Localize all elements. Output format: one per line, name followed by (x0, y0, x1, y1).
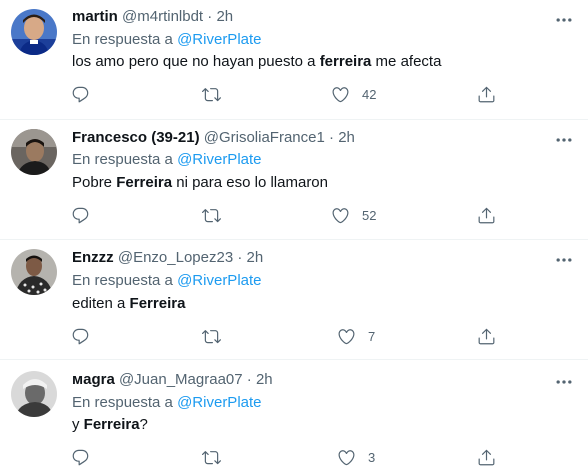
avatar[interactable] (11, 129, 57, 175)
separator: · (207, 8, 213, 25)
share-button[interactable] (477, 205, 496, 225)
reply-prefix: En respuesta a (72, 31, 173, 48)
timestamp[interactable]: 2h (247, 249, 264, 266)
like-count: 42 (362, 86, 377, 102)
like-count: 7 (368, 328, 376, 344)
reply-context: En respuesta a @RiverPlate (72, 30, 262, 50)
tweet-text-part: ni para eso lo llamaron (172, 174, 328, 191)
retweet-button[interactable] (202, 447, 221, 467)
avatar[interactable] (11, 371, 57, 417)
tweet-text-highlight: Ferreira (83, 416, 140, 433)
reply-button[interactable] (71, 84, 90, 104)
share-button[interactable] (477, 326, 496, 346)
reply-icon (71, 327, 90, 346)
retweet-button[interactable] (202, 205, 221, 225)
reply-icon (71, 206, 90, 225)
tweet-header: martin @m4rtinlbdt · 2h (72, 7, 233, 27)
share-icon (477, 448, 496, 467)
share-icon (477, 206, 496, 225)
like-icon (331, 206, 350, 225)
timestamp[interactable]: 2h (338, 129, 355, 146)
display-name[interactable]: Enzzz (72, 249, 114, 266)
tweet[interactable]: martin @m4rtinlbdt · 2h En respuesta a @… (0, 0, 588, 120)
separator: · (237, 249, 243, 266)
reply-prefix: En respuesta a (72, 151, 173, 168)
display-name[interactable]: martin (72, 8, 118, 25)
user-handle[interactable]: @GrisoliaFrance1 (204, 129, 325, 146)
retweet-button[interactable] (202, 326, 221, 346)
retweet-icon (202, 85, 221, 104)
timestamp[interactable]: 2h (216, 8, 233, 25)
more-icon[interactable] (554, 250, 574, 270)
tweet-text: los amo pero que no hayan puesto a ferre… (72, 52, 441, 72)
tweet-header: мagra @Juan_Magraa07 · 2h (72, 370, 273, 390)
tweet[interactable]: мagra @Juan_Magraa07 · 2h En respuesta a… (0, 360, 588, 475)
separator: · (246, 371, 252, 388)
tweet-text: Pobre Ferreira ni para eso lo llamaron (72, 173, 328, 193)
like-button[interactable]: 42 (331, 84, 376, 104)
tweet-text: editen a Ferreira (72, 294, 185, 314)
tweet-text-highlight: ferreira (319, 53, 372, 70)
share-icon (477, 85, 496, 104)
reply-button[interactable] (71, 326, 90, 346)
reply-prefix: En respuesta a (72, 272, 173, 289)
reply-icon (71, 448, 90, 467)
tweet-text-highlight: Ferreira (129, 295, 186, 312)
tweet-text-part: editen a (72, 295, 130, 312)
reply-mention[interactable]: @RiverPlate (177, 151, 261, 168)
reply-context: En respuesta a @RiverPlate (72, 393, 262, 413)
tweet-text-part: y (72, 416, 84, 433)
reply-button[interactable] (71, 205, 90, 225)
reply-prefix: En respuesta a (72, 394, 173, 411)
tweet-text: y Ferreira? (72, 415, 148, 435)
tweet[interactable]: Enzzz @Enzo_Lopez23 · 2h En respuesta a … (0, 240, 588, 360)
tweet-text-part: ? (139, 416, 148, 433)
user-handle[interactable]: @Juan_Magraa07 (119, 371, 243, 388)
like-button[interactable]: 3 (337, 447, 375, 467)
tweet[interactable]: Francesco (39-21) @GrisoliaFrance1 · 2h … (0, 120, 588, 240)
like-button[interactable]: 7 (337, 326, 375, 346)
tweet-header: Francesco (39-21) @GrisoliaFrance1 · 2h (72, 128, 355, 148)
tweet-text-part: los amo pero que no hayan puesto a (72, 53, 320, 70)
retweet-icon (202, 206, 221, 225)
tweet-header: Enzzz @Enzo_Lopez23 · 2h (72, 248, 263, 268)
timestamp[interactable]: 2h (256, 371, 273, 388)
more-icon[interactable] (554, 10, 574, 30)
separator: · (329, 129, 335, 146)
more-icon[interactable] (554, 372, 574, 392)
display-name[interactable]: Francesco (39-21) (72, 129, 200, 146)
avatar[interactable] (11, 9, 57, 55)
user-handle[interactable]: @Enzo_Lopez23 (118, 249, 233, 266)
like-icon (331, 85, 350, 104)
tweet-text-part: me afecta (371, 53, 442, 70)
like-icon (337, 327, 356, 346)
reply-button[interactable] (71, 447, 90, 467)
retweet-icon (202, 448, 221, 467)
reply-context: En respuesta a @RiverPlate (72, 150, 262, 170)
retweet-icon (202, 327, 221, 346)
share-button[interactable] (477, 84, 496, 104)
retweet-button[interactable] (202, 84, 221, 104)
tweet-text-part: Pobre (72, 174, 117, 191)
share-icon (477, 327, 496, 346)
display-name[interactable]: мagra (72, 371, 115, 388)
like-count: 3 (368, 449, 376, 465)
like-count: 52 (362, 207, 377, 223)
reply-context: En respuesta a @RiverPlate (72, 271, 262, 291)
share-button[interactable] (477, 447, 496, 467)
avatar[interactable] (11, 249, 57, 295)
like-button[interactable]: 52 (331, 205, 376, 225)
like-icon (337, 448, 356, 467)
reply-mention[interactable]: @RiverPlate (177, 31, 261, 48)
tweet-text-highlight: Ferreira (116, 174, 173, 191)
reply-icon (71, 85, 90, 104)
reply-mention[interactable]: @RiverPlate (177, 272, 261, 289)
more-icon[interactable] (554, 130, 574, 150)
user-handle[interactable]: @m4rtinlbdt (122, 8, 203, 25)
reply-mention[interactable]: @RiverPlate (177, 394, 261, 411)
